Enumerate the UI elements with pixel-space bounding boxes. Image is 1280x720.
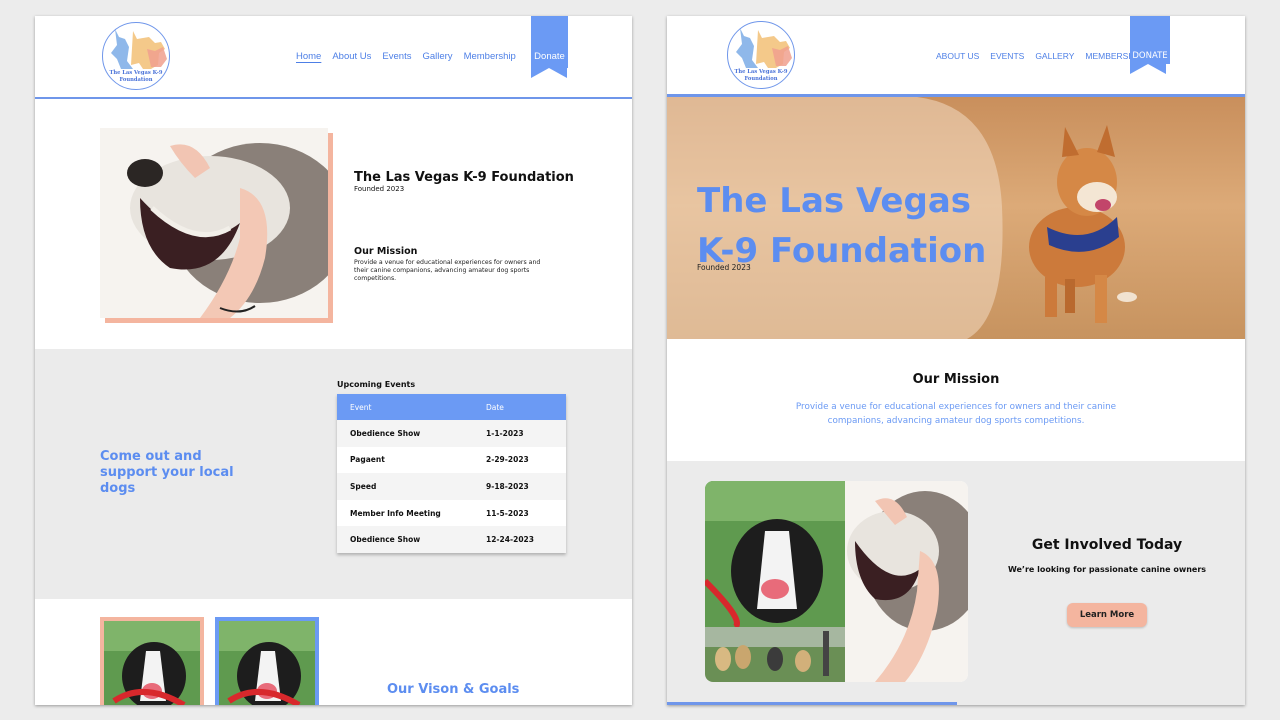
learn-more-button[interactable]: Learn More	[1067, 603, 1147, 627]
get-involved-text: We’re looking for passionate canine owne…	[1007, 565, 1207, 574]
homepage-design-b: The Las Vegas K-9 Foundation ABOUT US EV…	[667, 16, 1245, 705]
donate-button[interactable]: Donate	[531, 16, 568, 78]
event-name: Pagaent	[337, 446, 473, 474]
mission-heading: Our Mission	[354, 246, 418, 257]
table-header-date: Date	[473, 394, 566, 420]
founded-text: Founded 2023	[697, 263, 751, 272]
header-divider	[35, 97, 632, 99]
site-logo[interactable]: The Las Vegas K-9 Foundation	[102, 22, 170, 90]
table-row: Member Info Meeting 11-5-2023	[337, 499, 566, 527]
main-nav: Home About Us Events Gallery Membership	[296, 51, 527, 62]
nav-about-us[interactable]: ABOUT US	[936, 51, 979, 61]
donate-button[interactable]: DONATE	[1130, 16, 1170, 74]
table-row: Obedience Show 1-1-2023	[337, 420, 566, 447]
hero-title-line1: The Las Vegas	[697, 181, 972, 221]
event-name: Speed	[337, 473, 473, 500]
table-row: Pagaent 2-29-2023	[337, 446, 566, 474]
get-involved-section: Get Involved Today We’re looking for pas…	[667, 461, 1245, 705]
table-header-event: Event	[337, 394, 473, 420]
nav-gallery[interactable]: GALLERY	[1035, 51, 1074, 61]
nav-events[interactable]: EVENTS	[990, 51, 1024, 61]
event-name: Member Info Meeting	[337, 499, 473, 527]
husky-photo	[100, 128, 328, 318]
logo-text-line1: The Las Vegas K-9	[734, 69, 788, 75]
table-row: Speed 9-18-2023	[337, 473, 566, 500]
logo-text-line2: Foundation	[744, 76, 778, 82]
event-name: Obedience Show	[337, 420, 473, 447]
mission-text: Provide a venue for educational experien…	[354, 259, 541, 282]
mission-text: Provide a venue for educational experien…	[795, 402, 1117, 426]
nav-membership[interactable]: Membership	[464, 51, 516, 62]
logo-text-line1: The Las Vegas K-9	[109, 70, 163, 76]
event-name: Obedience Show	[337, 526, 473, 553]
site-logo[interactable]: The Las Vegas K-9 Foundation	[727, 21, 795, 89]
event-date: 11-5-2023	[473, 499, 566, 527]
border-collie-photo	[100, 617, 204, 705]
border-collie-photo-alt	[215, 617, 319, 705]
photo-collage	[705, 481, 968, 682]
page-title: The Las Vegas K-9 Foundation	[354, 170, 574, 185]
footer-accent-line	[667, 702, 957, 705]
main-nav: ABOUT US EVENTS GALLERY MEMBERSHIP	[936, 51, 1154, 61]
events-section: Come out and support your local dogs Upc…	[35, 349, 632, 599]
event-date: 9-18-2023	[473, 473, 566, 500]
nav-events[interactable]: Events	[382, 51, 411, 62]
event-date: 1-1-2023	[473, 420, 566, 447]
events-table: Event Date Obedience Show 1-1-2023 Pagae…	[337, 394, 566, 553]
nav-about-us[interactable]: About Us	[332, 51, 371, 62]
event-date: 12-24-2023	[473, 526, 566, 553]
support-heading: Come out and support your local dogs	[100, 449, 234, 496]
founded-text: Founded 2023	[354, 185, 405, 193]
nav-home[interactable]: Home	[296, 51, 321, 62]
get-involved-heading: Get Involved Today	[1031, 537, 1183, 553]
nav-gallery[interactable]: Gallery	[422, 51, 452, 62]
events-table-title: Upcoming Events	[337, 380, 416, 389]
mission-heading: Our Mission	[912, 372, 1000, 387]
table-header-row: Event Date	[337, 394, 566, 420]
event-date: 2-29-2023	[473, 446, 566, 474]
vision-heading: Our Vison & Goals	[387, 682, 520, 697]
homepage-design-a: The Las Vegas K-9 Foundation Home About …	[35, 16, 632, 705]
table-row: Obedience Show 12-24-2023	[337, 526, 566, 553]
hero-title: The Las Vegas K-9 Foundation	[697, 176, 986, 276]
hero-banner: The Las Vegas K-9 Foundation Founded 202…	[667, 97, 1245, 339]
logo-text-line2: Foundation	[119, 77, 153, 83]
